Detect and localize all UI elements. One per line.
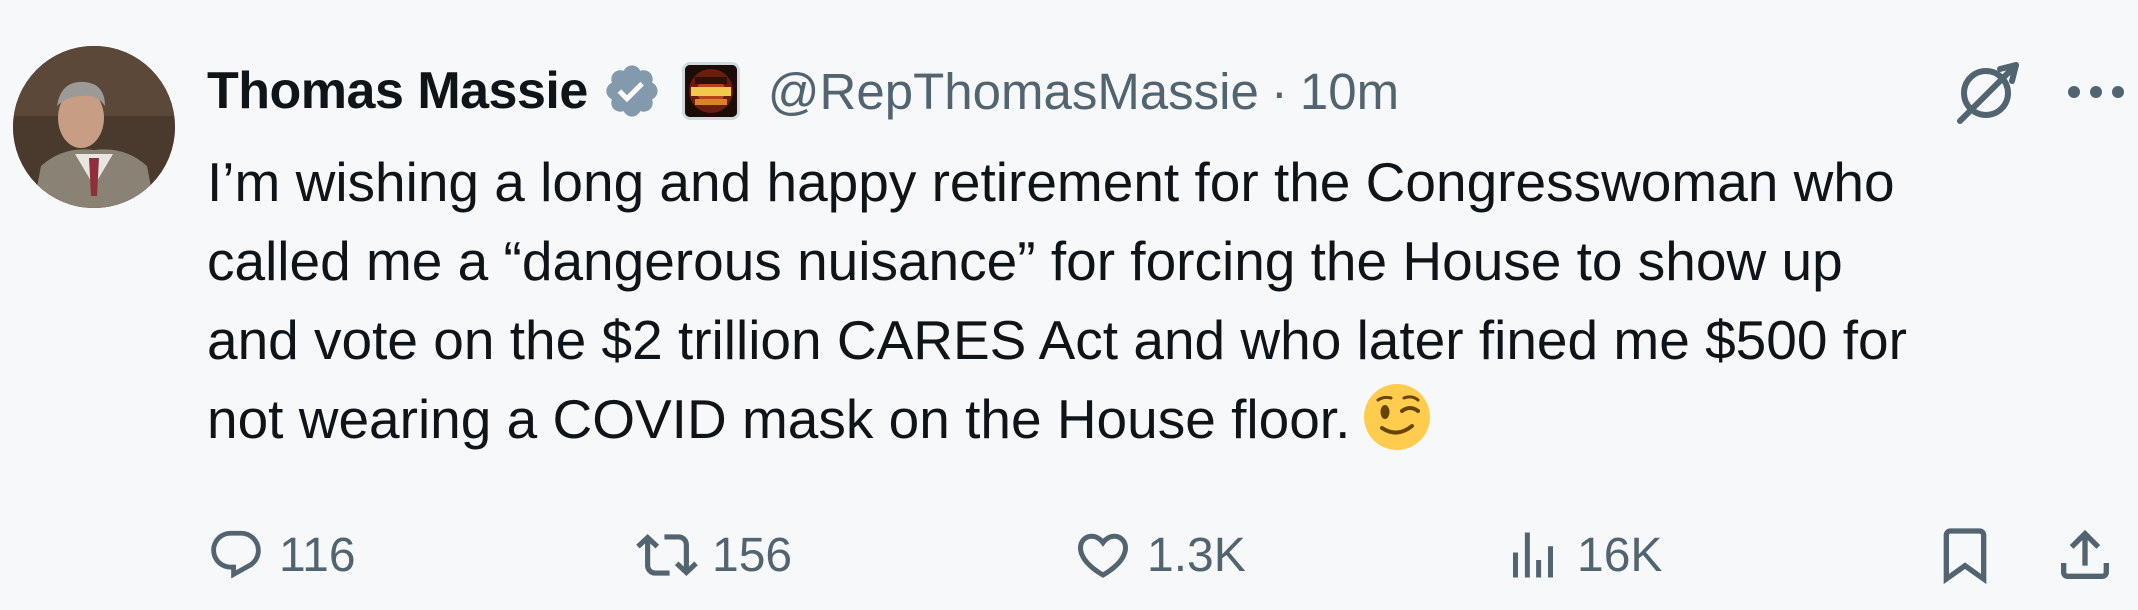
share-button[interactable] (2053, 515, 2117, 595)
views-icon (1513, 532, 1553, 578)
like-button[interactable]: 1.3K (1073, 515, 1246, 595)
action-bar: 116 156 1.3K 16K (0, 515, 2138, 595)
grok-icon[interactable] (1950, 55, 2024, 129)
views-count: 16K (1577, 528, 1663, 582)
tweet-text-line-last: not wearing a COVID mask on the House fl… (207, 380, 2117, 459)
repost-count: 156 (712, 528, 793, 582)
separator-dot: · (1270, 62, 1288, 120)
bookmark-button[interactable] (1933, 515, 1997, 595)
share-icon (2061, 529, 2109, 579)
repost-button[interactable]: 156 (636, 515, 792, 595)
reply-count: 116 (279, 528, 356, 582)
author-handle[interactable]: @RepThomasMassie (768, 62, 1259, 121)
winking-face-emoji (1362, 382, 1432, 452)
reply-icon (211, 530, 261, 579)
display-name[interactable]: Thomas Massie (207, 61, 588, 121)
tweet-text-line: not wearing a COVID mask on the House fl… (207, 388, 1351, 450)
more-icon[interactable] (2062, 62, 2130, 122)
tweet-text: I’m wishing a long and happy retirement … (207, 143, 2117, 459)
reply-button[interactable]: 116 (207, 515, 356, 595)
like-count: 1.3K (1147, 528, 1246, 582)
bookmark-icon (1943, 528, 1987, 585)
timestamp[interactable]: 10m (1300, 62, 1399, 121)
heart-icon (1077, 533, 1129, 578)
tweet-text-line: I’m wishing a long and happy retirement … (207, 151, 1895, 213)
verified-badge-icon[interactable] (602, 61, 662, 121)
tweet: Thomas Massie @RepThomasMassie · 10m I’m… (0, 0, 2138, 610)
tweet-header: Thomas Massie @RepThomasMassie · 10m (207, 55, 1399, 127)
avatar[interactable] (13, 46, 175, 208)
repost-icon (636, 534, 698, 576)
views-button[interactable]: 16K (1503, 515, 1662, 595)
tweet-text-line: called me a “dangerous nuisance” for for… (207, 230, 1843, 292)
tweet-text-line: and vote on the $2 trillion CARES Act an… (207, 309, 1907, 371)
affiliation-badge-icon[interactable] (681, 62, 740, 120)
